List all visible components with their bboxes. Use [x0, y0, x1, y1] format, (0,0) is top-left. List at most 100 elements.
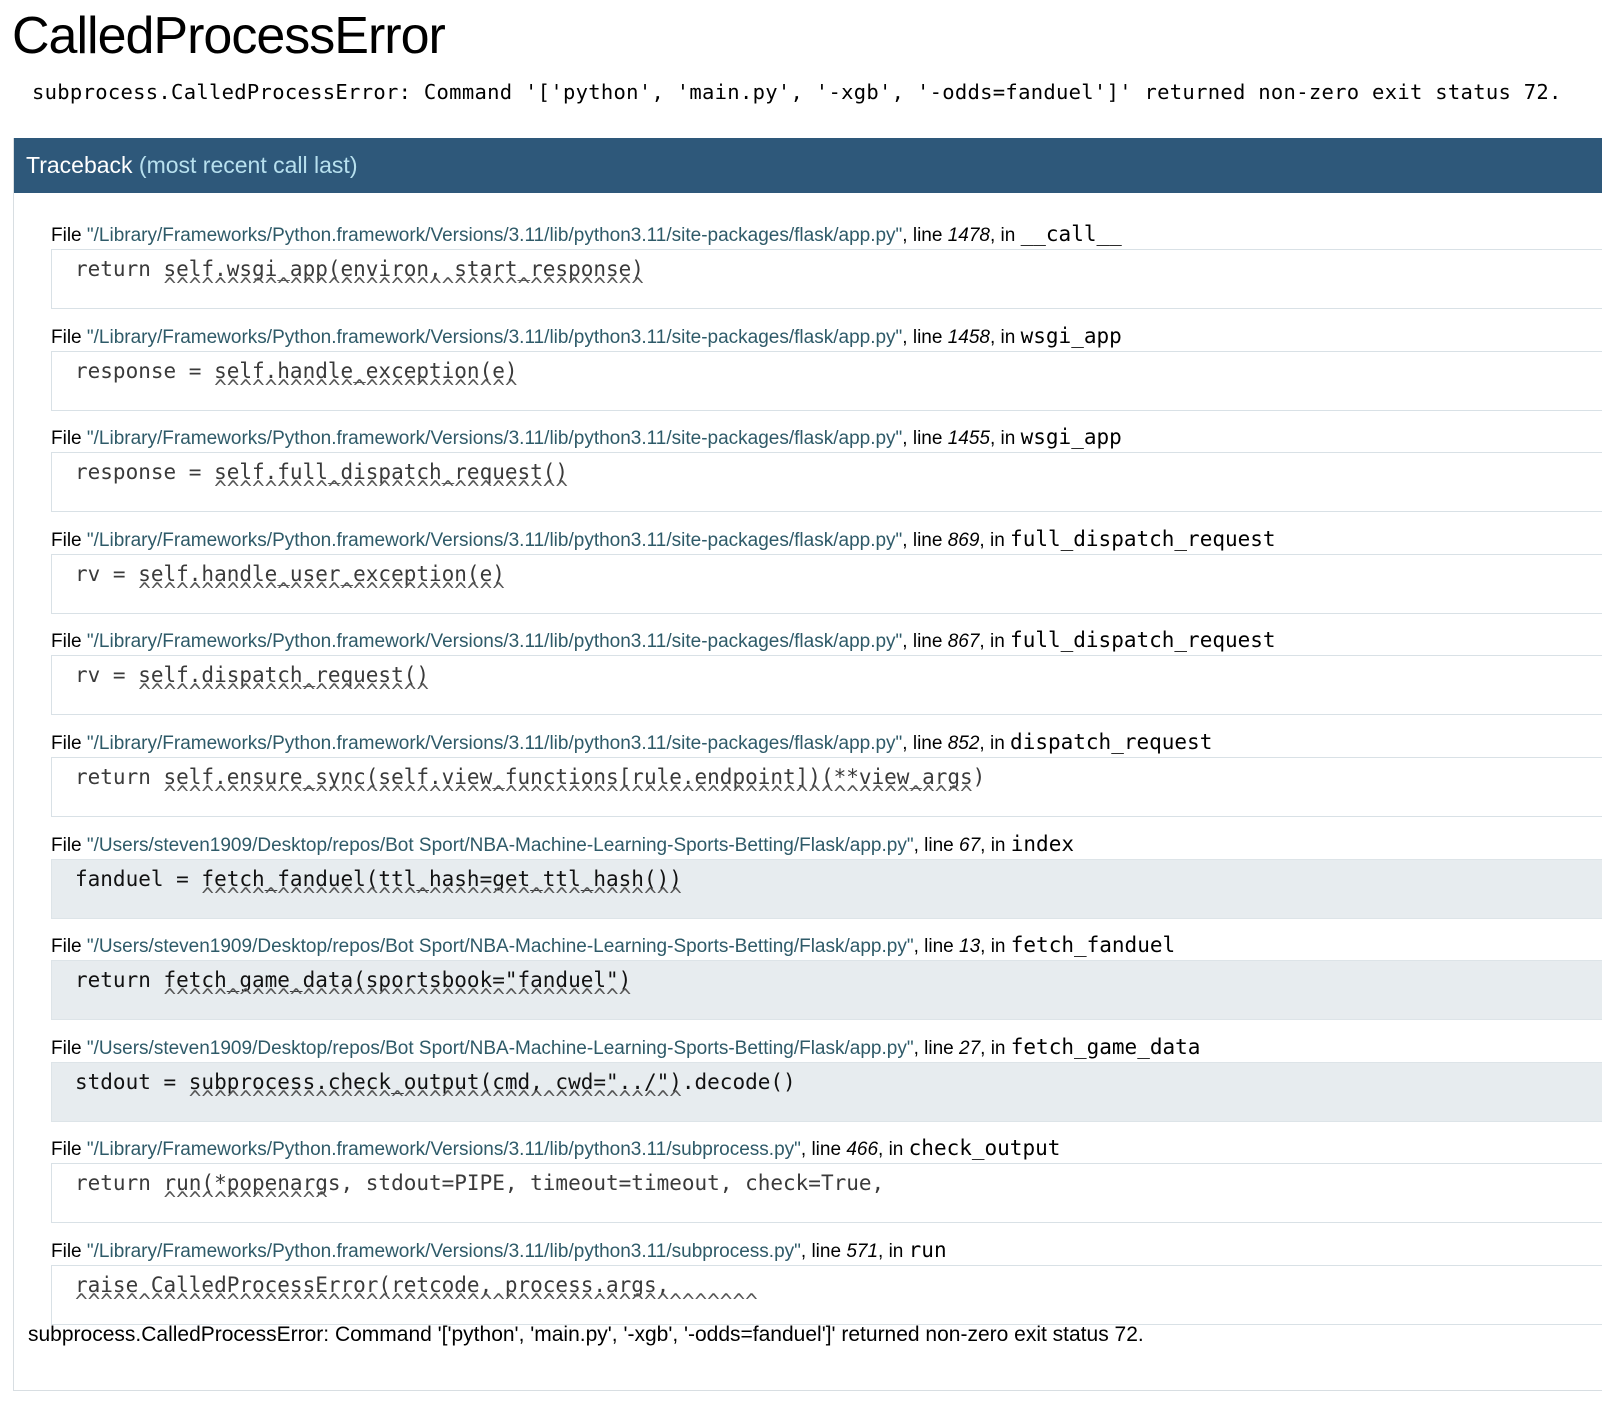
frame-source[interactable]: response = self.handle_exception(e) ^^^^…: [51, 350, 1602, 411]
traceback-frame: File "/Library/Frameworks/Python.framewo…: [14, 219, 1602, 321]
frame-line-number: 571: [846, 1240, 879, 1262]
frame-error-carets: ^^^^^^^^^^^^^^^^^^^^^^^^^^^^^: [75, 578, 505, 603]
frame-line-number: 27: [959, 1037, 981, 1059]
frame-file-path[interactable]: "/Users/steven1909/Desktop/repos/Bot Spo…: [87, 835, 914, 856]
frame-file-path[interactable]: "/Library/Frameworks/Python.framework/Ve…: [87, 225, 902, 246]
line-label: , line: [902, 529, 948, 551]
frame-source[interactable]: response = self.full_dispatch_request() …: [51, 452, 1602, 513]
file-label: File: [51, 1037, 87, 1059]
frame-file-path[interactable]: "/Library/Frameworks/Python.framework/Ve…: [87, 1241, 801, 1262]
file-label: File: [51, 428, 87, 450]
frame-line-number: 1458: [947, 326, 990, 348]
frame-file-line: File "/Library/Frameworks/Python.framewo…: [51, 1235, 947, 1267]
file-label: File: [51, 225, 87, 246]
file-label: File: [51, 1240, 87, 1262]
traceback-frame: File "/Users/steven1909/Desktop/repos/Bo…: [14, 829, 1602, 931]
frame-error-carets: ^^^^^^^^^^^^^^^^^^^^^^^^^^^^^^^^^^^^^^: [75, 883, 682, 908]
frame-error-carets: ^^^^^^^^^^^^^^^^^^^^^^^^^^^^^^^^^^^^^^^: [75, 1086, 682, 1111]
frame-source[interactable]: return self.wsgi_app(environ, start_resp…: [51, 249, 1602, 309]
frame-error-carets: ^^^^^^^^^^^^^^^^^^^^^^^^^^^^^^^^^^^^^^: [75, 274, 644, 298]
traceback-frame: File "/Library/Frameworks/Python.framewo…: [14, 1235, 1602, 1337]
frame-file-line: File "/Library/Frameworks/Python.framewo…: [51, 727, 1212, 759]
file-label: File: [51, 834, 87, 856]
frame-function-name: full_dispatch_request: [1010, 526, 1276, 551]
in-label: , in: [878, 1240, 909, 1262]
frame-file-line: File "/Users/steven1909/Desktop/repos/Bo…: [51, 930, 1175, 962]
frame-source[interactable]: return self.ensure_sync(self.view_functi…: [51, 756, 1602, 817]
page-title: CalledProcessError: [12, 7, 446, 65]
traceback-frame: File "/Library/Frameworks/Python.framewo…: [14, 1133, 1602, 1235]
line-label: , line: [902, 631, 948, 653]
frame-file-line: File "/Library/Frameworks/Python.framewo…: [51, 321, 1122, 353]
frame-line-number: 852: [947, 732, 980, 754]
traceback-panel: Traceback (most recent call last) File "…: [13, 138, 1602, 1391]
file-label: File: [51, 631, 87, 653]
frame-file-path[interactable]: "/Library/Frameworks/Python.framework/Ve…: [87, 1139, 801, 1160]
traceback-title: Traceback: [26, 152, 133, 178]
traceback-frame: File "/Library/Frameworks/Python.framewo…: [14, 625, 1602, 727]
frame-file-path[interactable]: "/Library/Frameworks/Python.framework/Ve…: [87, 530, 902, 551]
line-label: , line: [800, 1240, 847, 1262]
frame-source[interactable]: return fetch_game_data(sportsbook="fandu…: [51, 960, 1602, 1021]
in-label: , in: [878, 1139, 909, 1161]
frame-line-number: 867: [947, 631, 980, 653]
file-label: File: [51, 326, 87, 348]
frame-file-line: File "/Library/Frameworks/Python.framewo…: [51, 1133, 1060, 1165]
in-label: , in: [990, 428, 1021, 450]
frame-file-path[interactable]: "/Users/steven1909/Desktop/repos/Bot Spo…: [87, 936, 914, 957]
frame-line-number: 67: [959, 834, 981, 856]
frame-file-path[interactable]: "/Users/steven1909/Desktop/repos/Bot Spo…: [87, 1038, 914, 1059]
in-label: , in: [979, 631, 1011, 653]
frame-error-carets: ^^^^^^^^^^^^^^^^^^^^^^^^^^^^^^^^^^^^^^^^…: [75, 1289, 758, 1314]
frame-file-line: File "/Library/Frameworks/Python.framewo…: [51, 524, 1276, 556]
traceback-frame: File "/Users/steven1909/Desktop/repos/Bo…: [14, 1032, 1602, 1134]
frame-line-number: 869: [947, 529, 980, 551]
frame-source[interactable]: rv = self.handle_user_exception(e) ^^^^^…: [51, 553, 1602, 614]
frame-function-name: full_dispatch_request: [1010, 628, 1276, 653]
frame-function-name: fetch_fanduel: [1010, 933, 1176, 958]
frame-source[interactable]: rv = self.dispatch_request() ^^^^^^^^^^^…: [51, 655, 1602, 716]
frame-error-carets: ^^^^^^^^^^^^^: [75, 1188, 328, 1213]
frame-source[interactable]: stdout = subprocess.check_output(cmd, cw…: [51, 1061, 1602, 1122]
frame-error-carets: ^^^^^^^^^^^^^^^^^^^^^^^^^^^^^^^^^^^^^^^^…: [75, 781, 973, 806]
frame-file-line: File "/Users/steven1909/Desktop/repos/Bo…: [51, 1032, 1200, 1064]
file-label: File: [51, 529, 87, 551]
in-label: , in: [990, 326, 1021, 348]
file-label: File: [51, 1139, 87, 1161]
frame-line-number: 1455: [947, 428, 990, 450]
frame-source[interactable]: raise CalledProcessError(retcode, proces…: [51, 1264, 1602, 1325]
frame-source[interactable]: return run(*popenargs, stdout=PIPE, time…: [51, 1163, 1602, 1224]
in-label: , in: [980, 834, 1011, 856]
frame-source[interactable]: fanduel = fetch_fanduel(ttl_hash=get_ttl…: [51, 858, 1602, 919]
frame-file-path[interactable]: "/Library/Frameworks/Python.framework/Ve…: [87, 733, 902, 754]
footer-error-message: subprocess.CalledProcessError: Command '…: [28, 1323, 1144, 1346]
line-label: , line: [902, 326, 948, 348]
traceback-frame: File "/Library/Frameworks/Python.framewo…: [14, 321, 1602, 423]
frame-file-path[interactable]: "/Library/Frameworks/Python.framework/Ve…: [87, 428, 902, 449]
frame-file-line: File "/Library/Frameworks/Python.framewo…: [51, 219, 1122, 251]
frame-function-name: run: [908, 1237, 947, 1262]
traceback-frames: File "/Library/Frameworks/Python.framewo…: [14, 219, 1602, 1337]
frame-function-name: __call__: [1020, 222, 1122, 246]
line-label: , line: [902, 732, 948, 754]
frame-error-carets: ^^^^^^^^^^^^^^^^^^^^^^^: [75, 680, 430, 705]
frame-function-name: wsgi_app: [1020, 323, 1122, 348]
frame-function-name: dispatch_request: [1010, 729, 1213, 754]
frame-error-carets: ^^^^^^^^^^^^^^^^^^^^^^^^: [75, 375, 518, 400]
frame-error-carets: ^^^^^^^^^^^^^^^^^^^^^^^^^^^^: [75, 477, 569, 502]
frame-file-line: File "/Library/Frameworks/Python.framewo…: [51, 422, 1122, 454]
frame-function-name: check_output: [908, 1136, 1061, 1161]
error-message: subprocess.CalledProcessError: Command '…: [32, 80, 1562, 104]
frame-file-line: File "/Users/steven1909/Desktop/repos/Bo…: [51, 829, 1074, 861]
frame-line-number: 13: [959, 936, 981, 958]
traceback-subtitle: (most recent call last): [138, 152, 358, 178]
traceback-header: Traceback (most recent call last): [14, 138, 1602, 193]
frame-file-line: File "/Library/Frameworks/Python.framewo…: [51, 625, 1276, 657]
frame-function-name: wsgi_app: [1020, 425, 1122, 450]
in-label: , in: [980, 936, 1011, 958]
frame-file-path[interactable]: "/Library/Frameworks/Python.framework/Ve…: [87, 631, 902, 652]
traceback-frame: File "/Library/Frameworks/Python.framewo…: [14, 727, 1602, 829]
frame-file-path[interactable]: "/Library/Frameworks/Python.framework/Ve…: [87, 327, 902, 348]
in-label: , in: [979, 732, 1011, 754]
line-label: , line: [913, 1037, 959, 1059]
